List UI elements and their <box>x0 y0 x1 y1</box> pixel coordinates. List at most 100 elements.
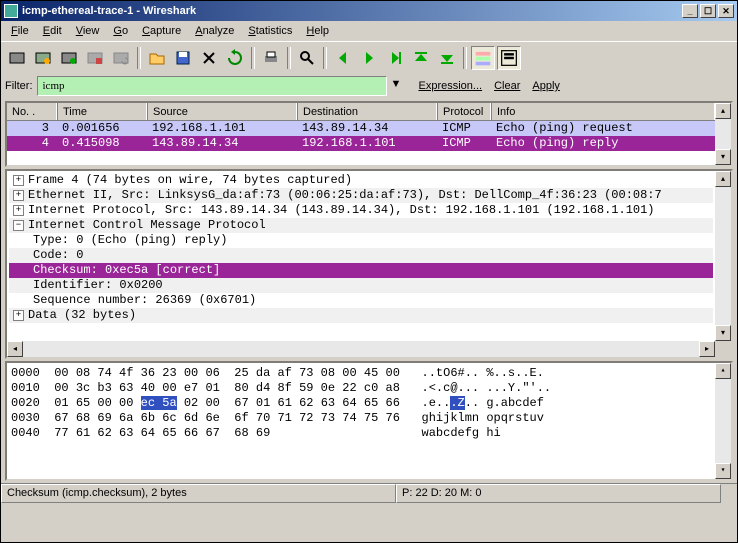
auto-scroll-icon[interactable] <box>497 46 521 70</box>
scroll-up-icon[interactable]: ▴ <box>715 363 731 379</box>
cell-src: 192.168.1.101 <box>147 121 297 136</box>
scrollbar-horizontal[interactable]: ◂ ▸ <box>7 341 715 357</box>
tree-icmp[interactable]: −Internet Control Message Protocol <box>9 218 713 233</box>
filter-bar: Filter: ▼ Expression... Clear Apply <box>1 73 737 99</box>
scroll-up-icon[interactable]: ▴ <box>715 171 731 187</box>
resize-grip-icon[interactable] <box>721 484 737 503</box>
collapse-icon[interactable]: − <box>13 220 24 231</box>
cell-time: 0.001656 <box>57 121 147 136</box>
start-capture-icon[interactable] <box>57 46 81 70</box>
maximize-button[interactable]: ☐ <box>700 4 716 18</box>
cell-info: Echo (ping) request <box>491 121 715 136</box>
col-time[interactable]: Time <box>57 103 147 120</box>
close-icon[interactable] <box>197 46 221 70</box>
col-source[interactable]: Source <box>147 103 297 120</box>
tree-type[interactable]: Type: 0 (Echo (ping) reply) <box>9 233 713 248</box>
reload-icon[interactable] <box>223 46 247 70</box>
titlebar: icmp-ethereal-trace-1 - Wireshark _ ☐ ✕ <box>1 1 737 21</box>
menu-help[interactable]: Help <box>300 23 335 39</box>
cell-dst: 143.89.14.34 <box>297 121 437 136</box>
close-button[interactable]: ✕ <box>718 4 734 18</box>
status-packet-counts: P: 22 D: 20 M: 0 <box>396 484 721 503</box>
cell-time: 0.415098 <box>57 136 147 151</box>
hex-highlight: ec 5a <box>141 396 177 410</box>
options-icon[interactable] <box>31 46 55 70</box>
tree-checksum[interactable]: Checksum: 0xec5a [correct] <box>9 263 713 278</box>
scroll-left-icon[interactable]: ◂ <box>7 341 23 357</box>
expand-icon[interactable]: + <box>13 190 24 201</box>
toolbar <box>1 41 737 73</box>
menu-go[interactable]: Go <box>107 23 134 39</box>
col-info[interactable]: Info <box>491 103 715 120</box>
interfaces-icon[interactable] <box>5 46 29 70</box>
go-to-packet-icon[interactable] <box>383 46 407 70</box>
col-destination[interactable]: Destination <box>297 103 437 120</box>
minimize-button[interactable]: _ <box>682 4 698 18</box>
find-icon[interactable] <box>295 46 319 70</box>
tree-identifier[interactable]: Identifier: 0x0200 <box>9 278 713 293</box>
open-icon[interactable] <box>145 46 169 70</box>
expand-icon[interactable]: + <box>13 310 24 321</box>
scroll-down-icon[interactable]: ▾ <box>715 463 731 479</box>
cell-src: 143.89.14.34 <box>147 136 297 151</box>
expand-icon[interactable]: + <box>13 205 24 216</box>
hex-row[interactable]: 0010 00 3c b3 63 40 00 e7 01 80 d4 8f 59… <box>11 381 711 396</box>
go-last-icon[interactable] <box>435 46 459 70</box>
scroll-up-icon[interactable]: ▴ <box>715 103 731 119</box>
scrollbar-vertical[interactable]: ▴ ▾ <box>715 363 731 479</box>
print-icon[interactable] <box>259 46 283 70</box>
hex-row[interactable]: 0020 01 65 00 00 ec 5a 02 00 67 01 61 62… <box>11 396 711 411</box>
details-pane: +Frame 4 (74 bytes on wire, 74 bytes cap… <box>5 169 733 359</box>
menu-capture[interactable]: Capture <box>136 23 187 39</box>
packet-row[interactable]: 3 0.001656 192.168.1.101 143.89.14.34 IC… <box>7 121 715 136</box>
go-back-icon[interactable] <box>331 46 355 70</box>
menu-edit[interactable]: Edit <box>37 23 68 39</box>
tree-code[interactable]: Code: 0 <box>9 248 713 263</box>
filter-input[interactable] <box>37 76 387 96</box>
restart-capture-icon[interactable] <box>109 46 133 70</box>
packet-list-header: No. . Time Source Destination Protocol I… <box>7 103 715 121</box>
packet-list-pane: No. . Time Source Destination Protocol I… <box>5 101 733 167</box>
stop-capture-icon[interactable] <box>83 46 107 70</box>
menu-statistics[interactable]: Statistics <box>242 23 298 39</box>
hex-row[interactable]: 0000 00 08 74 4f 36 23 00 06 25 da af 73… <box>11 366 711 381</box>
hex-row[interactable]: 0040 77 61 62 63 64 65 66 67 68 69 wabcd… <box>11 426 711 441</box>
filter-label: Filter: <box>5 80 33 92</box>
col-no[interactable]: No. . <box>7 103 57 120</box>
cell-dst: 192.168.1.101 <box>297 136 437 151</box>
hex-highlight: .Z <box>450 396 464 410</box>
scroll-down-icon[interactable]: ▾ <box>715 325 731 341</box>
clear-link[interactable]: Clear <box>494 80 520 92</box>
statusbar: Checksum (icmp.checksum), 2 bytes P: 22 … <box>1 483 737 503</box>
scrollbar-vertical[interactable]: ▴ ▾ <box>715 171 731 341</box>
cell-no: 4 <box>7 136 57 151</box>
scrollbar-vertical[interactable]: ▴ ▾ <box>715 103 731 165</box>
colorize-icon[interactable] <box>471 46 495 70</box>
go-forward-icon[interactable] <box>357 46 381 70</box>
scroll-right-icon[interactable]: ▸ <box>699 341 715 357</box>
tree-ip[interactable]: +Internet Protocol, Src: 143.89.14.34 (1… <box>9 203 713 218</box>
save-icon[interactable] <box>171 46 195 70</box>
go-first-icon[interactable] <box>409 46 433 70</box>
menu-view[interactable]: View <box>70 23 106 39</box>
filter-dropdown-icon[interactable]: ▼ <box>391 78 407 94</box>
tree-data[interactable]: +Data (32 bytes) <box>9 308 713 323</box>
expand-icon[interactable]: + <box>13 175 24 186</box>
scroll-down-icon[interactable]: ▾ <box>715 149 731 165</box>
menu-analyze[interactable]: Analyze <box>189 23 240 39</box>
cell-proto: ICMP <box>437 121 491 136</box>
cell-no: 3 <box>7 121 57 136</box>
tree-sequence[interactable]: Sequence number: 26369 (0x6701) <box>9 293 713 308</box>
status-field-info: Checksum (icmp.checksum), 2 bytes <box>1 484 396 503</box>
hex-row[interactable]: 0030 67 68 69 6a 6b 6c 6d 6e 6f 70 71 72… <box>11 411 711 426</box>
menu-file[interactable]: File <box>5 23 35 39</box>
expression-link[interactable]: Expression... <box>419 80 483 92</box>
col-protocol[interactable]: Protocol <box>437 103 491 120</box>
menubar: File Edit View Go Capture Analyze Statis… <box>1 21 737 41</box>
cell-proto: ICMP <box>437 136 491 151</box>
app-icon <box>4 4 18 18</box>
tree-ethernet[interactable]: +Ethernet II, Src: LinksysG_da:af:73 (00… <box>9 188 713 203</box>
packet-row[interactable]: 4 0.415098 143.89.14.34 192.168.1.101 IC… <box>7 136 715 151</box>
apply-link[interactable]: Apply <box>532 80 560 92</box>
tree-frame[interactable]: +Frame 4 (74 bytes on wire, 74 bytes cap… <box>9 173 713 188</box>
